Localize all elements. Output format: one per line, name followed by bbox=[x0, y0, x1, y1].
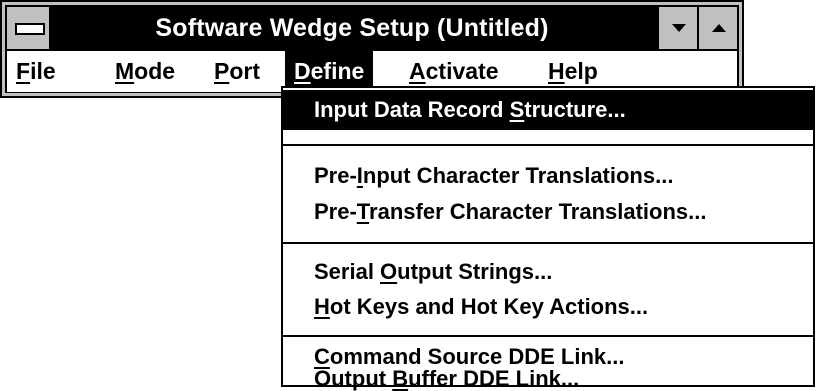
menu-item-pre-transfer-translations[interactable]: Pre-Transfer Character Translations... bbox=[283, 192, 813, 232]
triangle-up-icon bbox=[712, 24, 726, 32]
window-title: Software Wedge Setup (Untitled) bbox=[155, 14, 549, 42]
menu-item-mnemonic: H bbox=[314, 294, 330, 319]
menu-label-post: ort bbox=[229, 58, 261, 84]
menu-item-label-post: tructure... bbox=[524, 97, 626, 122]
menu-mnemonic: M bbox=[115, 58, 135, 84]
menu-item-label-pre: Input Data Record bbox=[314, 97, 510, 122]
menu-separator bbox=[283, 242, 813, 244]
menu-item-input-data-record-structure[interactable]: Input Data Record Structure... bbox=[283, 90, 813, 130]
menu-item-label-post: uffer DDE Link... bbox=[408, 366, 580, 391]
menu-item-label-post: utput Strings... bbox=[397, 259, 553, 284]
menu-file[interactable]: File bbox=[7, 51, 65, 92]
menu-item-label-post: nput Character Translations... bbox=[362, 163, 674, 188]
menu-item-label-post: ot Keys and Hot Key Actions... bbox=[329, 294, 649, 319]
application-window: Software Wedge Setup (Untitled) File Mod… bbox=[0, 0, 744, 98]
system-menu-button[interactable] bbox=[7, 7, 51, 49]
menu-item-label-pre: Pre- bbox=[314, 163, 357, 188]
menu-item-label-pre: Pre- bbox=[314, 199, 357, 224]
define-menu-dropdown: Input Data Record Structure... Pre-Input… bbox=[281, 86, 815, 390]
menu-item-label-pre: Output bbox=[314, 366, 393, 391]
window-client: Software Wedge Setup (Untitled) File Mod… bbox=[5, 5, 739, 93]
menu-label-post: efine bbox=[310, 58, 365, 84]
title-bar[interactable]: Software Wedge Setup (Untitled) bbox=[7, 7, 737, 51]
menu-item-output-buffer-dde-link[interactable]: Output Buffer DDE Link... bbox=[283, 368, 813, 390]
menu-item-mnemonic: O bbox=[380, 259, 398, 284]
menu-mode[interactable]: Mode bbox=[106, 51, 184, 92]
menu-separator bbox=[283, 335, 813, 337]
menu-port[interactable]: Port bbox=[205, 51, 269, 92]
menu-item-hot-keys[interactable]: Hot Keys and Hot Key Actions... bbox=[283, 287, 813, 327]
maximize-button[interactable] bbox=[697, 7, 737, 49]
menu-item-mnemonic: T bbox=[356, 199, 370, 224]
menu-mnemonic: F bbox=[16, 58, 31, 84]
menu-label-post: ile bbox=[30, 58, 56, 84]
menu-mnemonic: D bbox=[294, 58, 311, 84]
menu-mnemonic: H bbox=[548, 58, 565, 84]
menu-label-post: elp bbox=[564, 58, 598, 84]
menu-item-label-post: ransfer Character Translations... bbox=[369, 199, 707, 224]
system-menu-icon bbox=[15, 23, 45, 35]
menu-label-post: ode bbox=[134, 58, 176, 84]
menu-item-mnemonic: S bbox=[509, 97, 525, 122]
minimize-button[interactable] bbox=[657, 7, 697, 49]
menu-item-mnemonic: B bbox=[392, 366, 409, 391]
menu-mnemonic: P bbox=[214, 58, 230, 84]
menu-item-label-pre: Serial bbox=[314, 259, 381, 284]
menu-mnemonic: A bbox=[409, 58, 426, 84]
menu-item-pre-input-translations[interactable]: Pre-Input Character Translations... bbox=[283, 156, 813, 196]
menu-separator bbox=[283, 144, 813, 146]
menu-label-post: ctivate bbox=[425, 58, 499, 84]
menu-item-serial-output-strings[interactable]: Serial Output Strings... bbox=[283, 252, 813, 292]
triangle-down-icon bbox=[672, 24, 686, 32]
